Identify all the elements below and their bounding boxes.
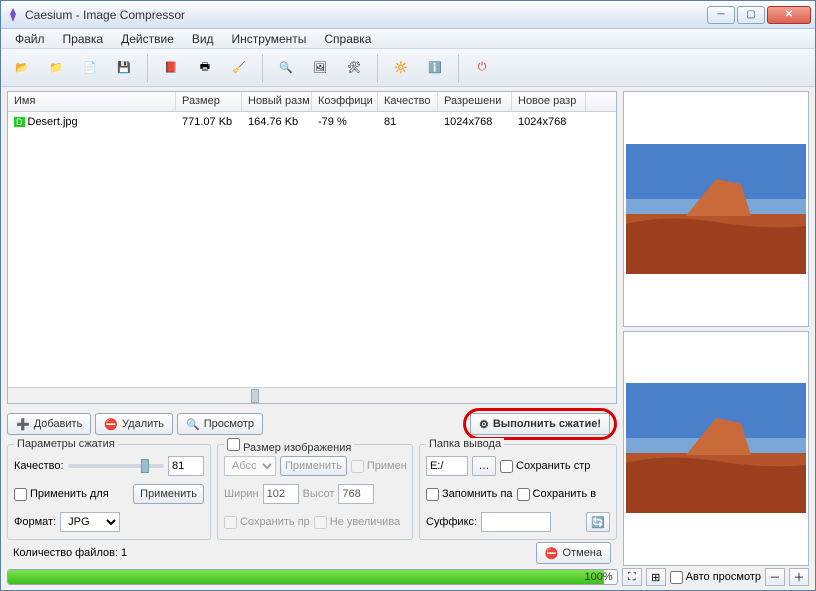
remove-doc-icon[interactable]: 📕 (156, 53, 186, 83)
list-row[interactable]: DDesert.jpg 771.07 Kb 164.76 Kb -79 % 81… (8, 112, 616, 132)
browse-button[interactable]: … (472, 456, 496, 476)
output-group: Папка вывода … Сохранить стр Запомнить п… (419, 444, 617, 540)
quality-slider[interactable] (68, 464, 164, 468)
menu-help[interactable]: Справка (316, 30, 379, 48)
sun-icon[interactable]: 🔆 (386, 53, 416, 83)
cancel-button[interactable]: ⛔Отмена (536, 542, 611, 564)
menu-tools[interactable]: Инструменты (224, 30, 315, 48)
horizontal-scrollbar[interactable] (8, 387, 616, 403)
no-enlarge-checkbox (314, 516, 327, 529)
picture-icon[interactable]: 🖼 (305, 53, 335, 83)
compression-group: Параметры сжатия Качество: Применить для… (7, 444, 211, 540)
apply-quality-button[interactable]: Применить (133, 484, 204, 504)
resize-apply-checkbox (351, 460, 364, 473)
desert-image-icon (624, 144, 808, 274)
resize-group: Размер изображения Абсолн Применить Прим… (217, 444, 413, 540)
titlebar: Caesium - Image Compressor ─ ▢ ✕ (1, 1, 815, 29)
menubar: Файл Правка Действие Вид Инструменты Спр… (1, 29, 815, 49)
desert-image-icon (624, 383, 808, 513)
close-button[interactable]: ✕ (767, 6, 811, 24)
save-in-checkbox[interactable] (517, 488, 530, 501)
col-size[interactable]: Размер (176, 92, 242, 111)
quality-label: Качество: (14, 460, 64, 472)
toolbar: 📂 📁 📄 💾 📕 🖶 🧹 🔍 🖼 🛠 🔆 ℹ️ ⏻ (1, 49, 815, 87)
suffix-input[interactable] (481, 512, 551, 532)
preview-button[interactable]: 🔍Просмотр (177, 413, 263, 435)
clear-icon[interactable]: 🧹 (224, 53, 254, 83)
output-path-input[interactable] (426, 456, 468, 476)
menu-edit[interactable]: Правка (55, 30, 112, 48)
menu-view[interactable]: Вид (184, 30, 222, 48)
save-icon[interactable]: 💾 (109, 53, 139, 83)
preview-compressed (623, 331, 809, 567)
minimize-button[interactable]: ─ (707, 6, 735, 24)
app-icon (5, 7, 21, 23)
suffix-label: Суффикс: (426, 516, 477, 528)
open-file-icon[interactable]: 📂 (7, 53, 37, 83)
format-select[interactable]: JPG (60, 512, 120, 532)
zoom-original-button[interactable]: ⊞ (646, 568, 666, 586)
reload-button[interactable]: 🔄 (586, 512, 610, 532)
col-quality[interactable]: Качество (378, 92, 438, 111)
progress-bar: 100% (7, 569, 618, 585)
col-res[interactable]: Разрешени (438, 92, 512, 111)
zoom-fit-button[interactable]: ⛶ (622, 568, 642, 586)
width-input (263, 484, 299, 504)
minus-icon: ⛔ (104, 418, 118, 431)
document-icon[interactable]: 📄 (75, 53, 105, 83)
same-quality-checkbox[interactable] (14, 488, 27, 501)
open-folder-icon[interactable]: 📁 (41, 53, 71, 83)
zoom-out-button[interactable]: － (765, 568, 785, 586)
eye-icon: 🔍 (186, 418, 200, 431)
zoom-icon[interactable]: 🔍 (271, 53, 301, 83)
power-icon[interactable]: ⏻ (467, 53, 497, 83)
window-title: Caesium - Image Compressor (25, 8, 707, 22)
remember-checkbox[interactable] (426, 488, 439, 501)
compress-button[interactable]: ⚙Выполнить сжатие! (470, 413, 610, 435)
gear-icon: ⚙ (479, 418, 489, 431)
col-name[interactable]: Имя (8, 92, 176, 111)
file-list[interactable]: Имя Размер Новый разм Коэффици Качество … (7, 91, 617, 404)
remove-button[interactable]: ⛔Удалить (95, 413, 173, 435)
file-count-label: Количество файлов: 1 (13, 547, 127, 559)
zoom-in-button[interactable]: ＋ (789, 568, 809, 586)
quality-input[interactable] (168, 456, 204, 476)
keep-struct-checkbox[interactable] (500, 460, 513, 473)
resize-apply-button: Применить (280, 456, 347, 476)
format-label: Формат: (14, 516, 56, 528)
compress-highlight: ⚙Выполнить сжатие! (463, 408, 617, 440)
col-ratio[interactable]: Коэффици (312, 92, 378, 111)
resize-enable-checkbox[interactable] (227, 438, 240, 451)
settings-icon[interactable]: 🛠 (339, 53, 369, 83)
height-input (338, 484, 374, 504)
add-button[interactable]: ➕Добавить (7, 413, 91, 435)
menu-file[interactable]: Файл (7, 30, 53, 48)
print-icon[interactable]: 🖶 (190, 53, 220, 83)
col-newres[interactable]: Новое разр (512, 92, 586, 111)
plus-icon: ➕ (16, 418, 30, 431)
col-newsize[interactable]: Новый разм (242, 92, 312, 111)
info-icon[interactable]: ℹ️ (420, 53, 450, 83)
keep-aspect-checkbox (224, 516, 237, 529)
maximize-button[interactable]: ▢ (737, 6, 765, 24)
preview-original (623, 91, 809, 327)
list-header: Имя Размер Новый разм Коэффици Качество … (8, 92, 616, 112)
resize-mode-select: Абсолн (224, 456, 276, 476)
menu-action[interactable]: Действие (113, 30, 182, 48)
auto-preview-checkbox[interactable] (670, 571, 683, 584)
